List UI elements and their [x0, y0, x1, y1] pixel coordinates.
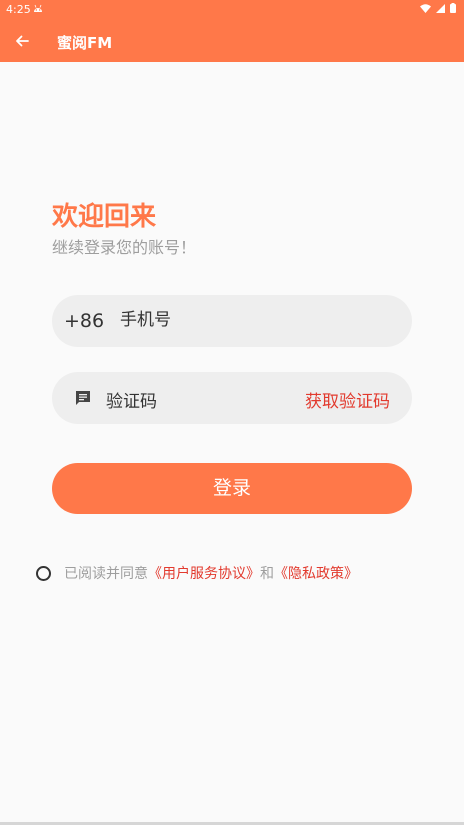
welcome-subtitle: 继续登录您的账号！	[52, 238, 197, 257]
app-title: 蜜阅FM	[57, 34, 113, 52]
login-button[interactable]: 登录	[52, 463, 412, 514]
agreement-row: 已阅读并同意 《用户服务协议》 和 《隐私政策》	[36, 563, 358, 583]
wifi-icon	[420, 3, 431, 13]
user-agreement-link[interactable]: 《用户服务协议》	[148, 563, 260, 583]
android-icon	[34, 4, 42, 12]
battery-icon	[450, 3, 456, 13]
status-bar: 4:25	[0, 0, 464, 20]
agree-radio[interactable]	[36, 565, 51, 581]
message-icon	[76, 391, 90, 405]
get-code-button[interactable]: 获取验证码	[305, 387, 390, 412]
signal-icon	[436, 3, 445, 13]
phone-placeholder: 手机号	[120, 310, 171, 330]
privacy-policy-link[interactable]: 《隐私政策》	[274, 563, 358, 583]
code-placeholder: 验证码	[106, 392, 157, 412]
country-code[interactable]: +86	[64, 310, 104, 332]
agreement-and: 和	[260, 566, 274, 582]
status-time: 4:25	[6, 3, 31, 16]
app-bar: 蜜阅FM	[0, 20, 464, 62]
agreement-prefix: 已阅读并同意	[64, 566, 148, 582]
welcome-title: 欢迎回来	[52, 202, 157, 232]
system-icons	[420, 3, 456, 13]
verification-code-input[interactable]: 验证码 获取验证码	[52, 372, 412, 424]
back-arrow-icon[interactable]	[12, 31, 32, 51]
phone-input[interactable]: +86 手机号	[52, 295, 412, 347]
